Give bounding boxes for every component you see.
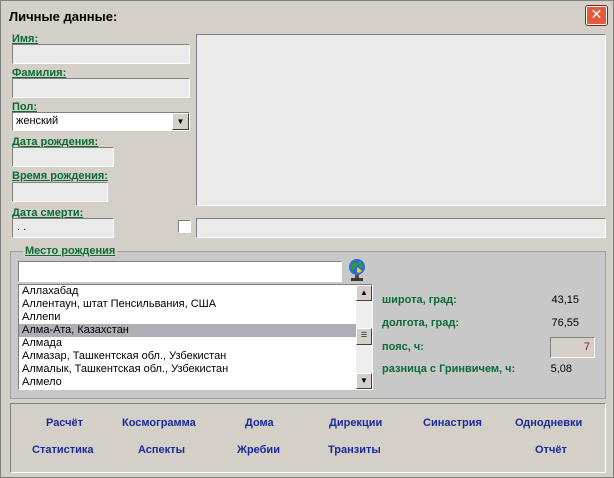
city-list-scrollbar[interactable]: ▲ ☰ ▼: [356, 285, 372, 389]
directions-button[interactable]: Дирекции: [329, 417, 382, 429]
last-name-field[interactable]: [12, 78, 190, 98]
close-button[interactable]: ✕: [585, 5, 608, 26]
city-list-item[interactable]: Аллахабад: [19, 285, 372, 298]
scroll-up-button[interactable]: ▲: [356, 285, 372, 301]
chevron-down-icon[interactable]: ▼: [172, 113, 189, 130]
calc-button[interactable]: Расчёт: [46, 417, 83, 429]
first-name-field[interactable]: [12, 44, 190, 64]
synastry-button[interactable]: Синастрия: [423, 417, 482, 429]
birthplace-group-title: Место рождения: [23, 245, 118, 257]
scroll-thumb[interactable]: ☰: [356, 328, 372, 345]
aspects-button[interactable]: Аспекты: [138, 444, 185, 456]
cosmogram-button[interactable]: Космограмма: [122, 417, 196, 429]
report-button[interactable]: Отчёт: [535, 444, 567, 456]
latitude-label: широта, град:: [382, 294, 457, 306]
city-list-item[interactable]: Алмело: [19, 376, 372, 389]
lots-button[interactable]: Жребии: [237, 444, 280, 456]
timezone-label: пояс, ч:: [382, 341, 424, 353]
city-list-item[interactable]: Аллепи: [19, 311, 372, 324]
city-search-input[interactable]: [18, 261, 342, 282]
death-comment-field[interactable]: [196, 218, 606, 238]
birth-time-field[interactable]: [12, 182, 108, 202]
gmt-diff-label: разница с Гринвичем, ч:: [382, 363, 516, 375]
city-list-item[interactable]: Алмада: [19, 337, 372, 350]
globe-icon[interactable]: [345, 257, 369, 283]
city-list-item[interactable]: Алма-Ата, Казахстан: [19, 324, 372, 337]
one-day-button[interactable]: Однодневки: [515, 417, 582, 429]
birth-date-field[interactable]: [12, 147, 114, 167]
city-list-items: Аллахабад Аллентаун, штат Пенсильвания, С…: [19, 285, 372, 389]
death-checkbox[interactable]: [178, 220, 191, 233]
city-list[interactable]: Аллахабад Аллентаун, штат Пенсильвания, С…: [18, 284, 373, 390]
birth-time-label: Время рождения:: [12, 170, 108, 182]
statistics-button[interactable]: Статистика: [32, 444, 94, 456]
houses-button[interactable]: Дома: [245, 417, 274, 429]
city-list-item[interactable]: Аллентаун, штат Пенсильвания, США: [19, 298, 372, 311]
death-date-field[interactable]: . .: [12, 218, 114, 238]
transits-button[interactable]: Транзиты: [328, 444, 381, 456]
latitude-value: 43,15: [551, 294, 579, 306]
longitude-label: долгота, град:: [382, 317, 459, 329]
city-list-item[interactable]: Алмалык, Ташкентская обл., Узбекистан: [19, 363, 372, 376]
longitude-value: 76,55: [551, 317, 579, 329]
city-list-item[interactable]: Алмазар, Ташкентская обл., Узбекистан: [19, 350, 372, 363]
personal-data-window: Личные данные: ✕ Имя: Фамилия: Пол: женс…: [0, 0, 614, 478]
title-bar: Личные данные: ✕: [1, 1, 613, 31]
gmt-diff-value: 5,08: [550, 363, 572, 375]
notes-area[interactable]: [196, 34, 606, 206]
timezone-field[interactable]: 7: [550, 337, 595, 358]
window-title: Личные данные:: [9, 9, 118, 24]
scroll-down-button[interactable]: ▼: [356, 373, 372, 389]
gender-select-value: женский: [16, 115, 59, 127]
close-icon: ✕: [590, 7, 603, 23]
actions-panel: [10, 403, 606, 473]
gender-select[interactable]: женский ▼: [12, 112, 190, 131]
